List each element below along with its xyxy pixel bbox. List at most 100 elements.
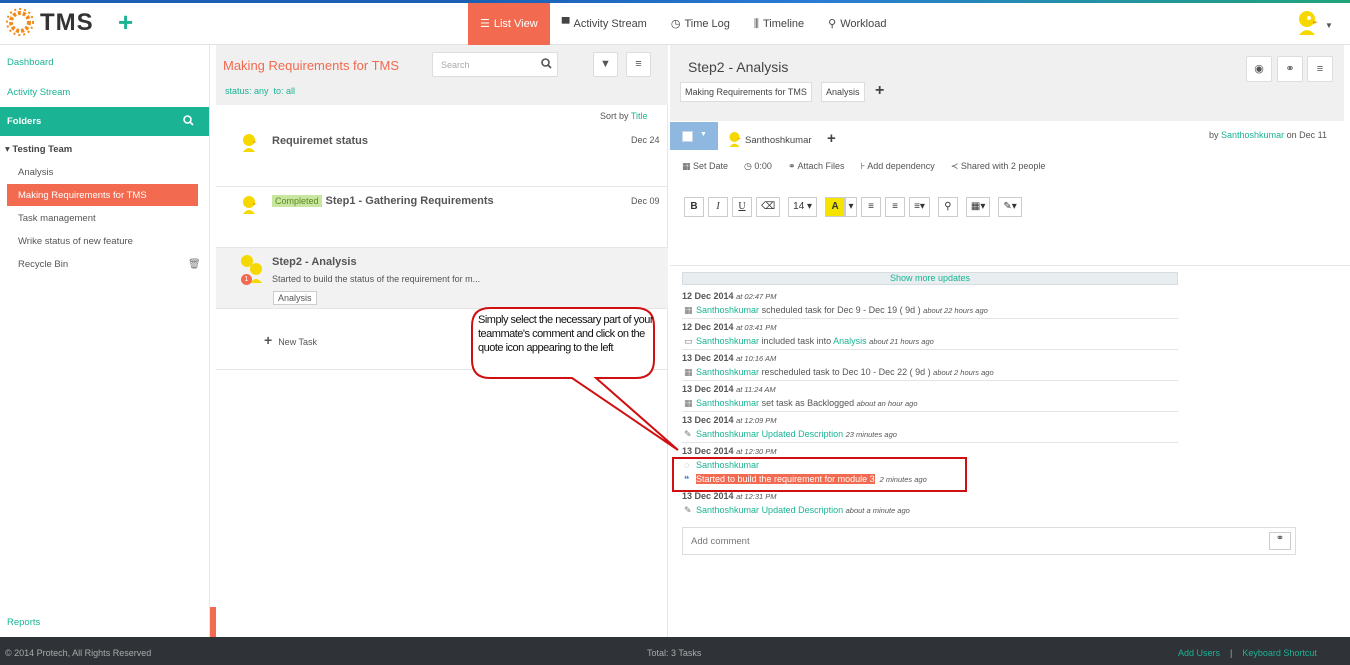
share-action[interactable]: ≺ Shared with 2 people [951,161,1046,172]
task-row[interactable]: Completed Step1 - Gathering Requirements … [216,187,668,248]
update-date: 13 Dec 2014 at 11:24 AM [682,384,776,394]
set-date-action[interactable]: ▦ Set Date [682,161,728,172]
task-row-selected[interactable]: 1 Step2 - Analysis Started to build the … [216,248,668,309]
color-dropdown[interactable]: ▾ [845,197,858,217]
nav-time-log[interactable]: ◷ Time Log [659,3,742,45]
status-checkbox[interactable]: ▼ [670,122,718,150]
eraser-button[interactable]: ⌫ [756,197,781,217]
task-row[interactable]: Requiremet status Dec 24 [216,125,668,187]
new-task-button[interactable]: + New Task [264,332,317,348]
task-title[interactable]: Step2 - Analysis [688,59,788,75]
user-avatar-icon[interactable] [1295,9,1319,37]
filter-button[interactable]: ▼ [593,52,618,77]
folder-tag[interactable]: Making Requirements for TMS [680,82,812,102]
divider [682,318,1178,319]
task-list-header: Making Requirements for TMS Search ▼ ≡ s… [216,45,668,105]
sidebar-item-analysis[interactable]: Analysis [18,167,53,178]
author-link[interactable]: Santhoshkumar [1221,130,1284,140]
team-folder[interactable]: ▾ Testing Team [5,144,72,155]
detail-header: Step2 - Analysis ◉ ⚭ ≡ Making Requiremen… [670,45,1344,121]
clock-icon: ◷ [670,18,681,30]
avatar-icon [729,132,742,147]
update-item: ✎ Santhoshkumar Updated Description about… [684,505,910,515]
sidebar-activity-stream[interactable]: Activity Stream [7,87,70,98]
folder-tag[interactable]: Analysis [821,82,865,102]
add-new-icon[interactable]: + [118,7,133,38]
link-button[interactable]: ⚭ [1277,56,1303,82]
update-date: 13 Dec 2014 at 12:31 PM [682,491,777,501]
update-date: 13 Dec 2014 at 10:16 AM [682,353,777,363]
align-dropdown[interactable]: ≡▾ [909,197,930,217]
logo-icon[interactable] [5,7,35,37]
keyboard-shortcut-link[interactable]: Keyboard Shortcut [1242,648,1317,658]
add-dependency-action[interactable]: ⊦ Add dependency [861,161,935,172]
clock-icon: ◷ [744,161,755,171]
nav-timeline[interactable]: ⫼ Timeline [742,3,816,45]
update-item: ▭ Santhoshkumar included task into Analys… [684,336,934,346]
nav-list-view[interactable]: ☰ List View [468,3,550,45]
filters: status: any to: all [225,86,295,96]
add-tag-icon[interactable]: + [875,82,884,100]
brand-name[interactable]: TMS [40,9,94,37]
comment-input[interactable]: Add comment ⚭ [682,527,1296,555]
update-date: 12 Dec 2014 at 03:41 PM [682,322,777,332]
sidebar-reports[interactable]: Reports [7,617,40,628]
update-date: 12 Dec 2014 at 02:47 PM [682,291,777,301]
bullet-list-button[interactable]: ≡ [861,197,882,217]
timeline-icon: ⫼ [753,18,759,30]
search-icon[interactable] [183,115,194,126]
to-filter[interactable]: to: all [274,86,296,96]
rss-button[interactable]: ◉ [1246,56,1272,82]
underline-button[interactable]: U [732,197,752,217]
rss-icon: ◉ [1254,63,1264,75]
count-badge: 1 [241,274,252,285]
table-dropdown[interactable]: ▦▾ [965,197,991,217]
magic-dropdown[interactable]: ✎▾ [998,197,1022,217]
divider [682,380,1178,381]
link-button[interactable]: ⚲ [937,197,958,217]
attach-files-action[interactable]: ⚭ Attach Files [788,161,845,172]
nav-workload[interactable]: ⚲ Workload [816,3,898,45]
bold-button[interactable]: B [684,197,704,217]
search-input[interactable]: Search [432,52,558,77]
menu-button[interactable]: ≡ [1307,56,1333,82]
divider [682,411,1178,412]
time-action[interactable]: ◷ 0:00 [744,161,772,172]
list-icon: ☰ [480,18,490,30]
sidebar-item-wrike-status[interactable]: Wrike status of new feature [18,236,133,247]
task-name[interactable]: Step1 - Gathering Requirements [326,195,494,207]
task-name[interactable]: Requiremet status [272,135,368,147]
numbered-list-button[interactable]: ≡ [885,197,906,217]
task-detail-panel: Step2 - Analysis ◉ ⚭ ≡ Making Requiremen… [670,45,1350,637]
sort-control[interactable]: Sort by Title [600,111,648,121]
add-users-link[interactable]: Add Users [1178,648,1220,658]
task-name[interactable]: Step2 - Analysis [272,256,357,268]
sidebar-item-making-requirements[interactable]: Making Requirements for TMS [7,184,198,206]
status-badge: Completed [272,195,322,207]
paperclip-icon[interactable]: ⚭ [1269,532,1291,550]
menu-button[interactable]: ≡ [626,52,651,77]
show-more-updates[interactable]: Show more updates [682,272,1178,285]
chevron-down-icon[interactable]: ▼ [1325,21,1333,30]
folders-header[interactable]: Folders [0,107,209,136]
sidebar: Dashboard Activity Stream Folders ▾ Test… [0,45,210,637]
sidebar-item-recycle-bin[interactable]: Recycle Bin [18,259,68,270]
sidebar-item-task-management[interactable]: Task management [18,213,96,224]
trash-icon[interactable]: 🗑 [188,259,201,270]
highlight-box [672,457,967,492]
text-color-button[interactable]: A [825,197,846,217]
add-assignee-icon[interactable]: + [827,130,836,147]
task-total: Total: 3 Tasks [647,648,702,658]
assignee-name[interactable]: Santhoshkumar [745,135,812,146]
task-tag[interactable]: Analysis [273,291,317,305]
avatar-icon [243,134,257,152]
sidebar-dashboard[interactable]: Dashboard [7,57,53,68]
footer-links: Add Users | Keyboard Shortcut [1178,648,1317,658]
italic-button[interactable]: I [708,197,728,217]
font-size-select[interactable]: 14 ▾ [788,197,818,217]
callout-text: Simply select the necessary part of your… [478,314,654,354]
status-filter[interactable]: status: any [225,86,269,96]
task-date: Dec 24 [631,135,660,145]
search-icon[interactable] [541,58,552,69]
nav-activity-stream[interactable]: ▀ Activity Stream [550,3,659,45]
